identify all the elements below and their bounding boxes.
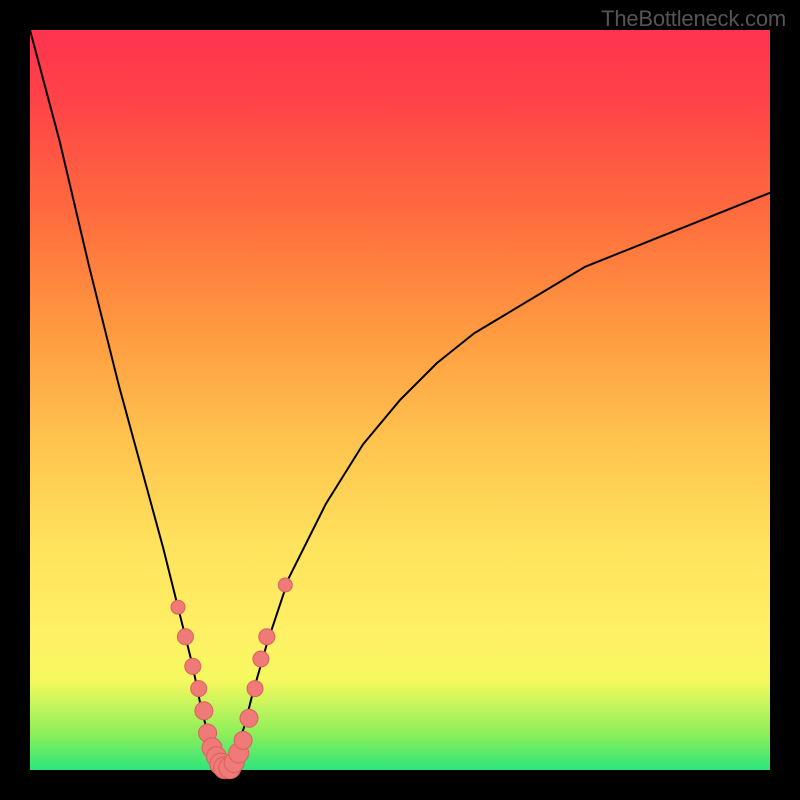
data-marker: [278, 578, 292, 592]
data-marker: [247, 681, 263, 697]
curve-path: [30, 30, 770, 770]
plot-area: [30, 30, 770, 770]
data-marker: [185, 658, 201, 674]
data-marker: [171, 600, 185, 614]
data-marker: [177, 629, 193, 645]
curve-layer: [30, 30, 770, 770]
marker-cluster: [171, 578, 292, 779]
data-marker: [259, 629, 275, 645]
bottleneck-curve: [30, 30, 770, 770]
data-marker: [234, 731, 252, 749]
data-marker: [191, 681, 207, 697]
watermark-text: TheBottleneck.com: [601, 6, 786, 32]
data-marker: [240, 709, 258, 727]
chart-frame: TheBottleneck.com: [0, 0, 800, 800]
data-marker: [253, 651, 269, 667]
data-marker: [195, 702, 213, 720]
